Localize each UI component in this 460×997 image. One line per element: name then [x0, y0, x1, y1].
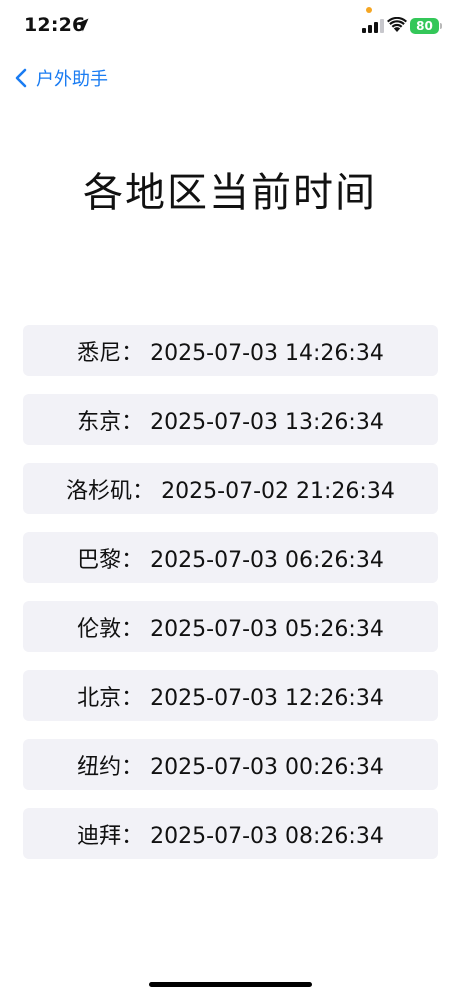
privacy-indicator-dot — [366, 7, 372, 13]
time-row-sydney: 悉尼： 2025-07-03 14:26:34 — [23, 325, 438, 376]
time-row-dubai: 迪拜： 2025-07-03 08:26:34 — [23, 808, 438, 859]
status-bar: 12:26 80 — [0, 0, 460, 56]
battery-cap — [440, 23, 442, 29]
time-row-london: 伦敦： 2025-07-03 05:26:34 — [23, 601, 438, 652]
wifi-icon — [387, 17, 407, 32]
back-button-label: 户外助手 — [36, 69, 108, 90]
location-arrow-icon — [75, 18, 89, 32]
time-row-los-angeles: 洛杉矶： 2025-07-02 21:26:34 — [23, 463, 438, 514]
chevron-left-icon — [15, 68, 27, 88]
time-row-new-york: 纽约： 2025-07-03 00:26:34 — [23, 739, 438, 790]
time-list: 悉尼： 2025-07-03 14:26:34 东京： 2025-07-03 1… — [23, 325, 438, 859]
time-row-paris: 巴黎： 2025-07-03 06:26:34 — [23, 532, 438, 583]
home-indicator[interactable] — [149, 982, 312, 987]
battery-icon: 80 — [410, 18, 439, 34]
back-button[interactable]: 户外助手 — [12, 62, 108, 94]
cellular-signal-icon — [362, 19, 384, 33]
time-row-tokyo: 东京： 2025-07-03 13:26:34 — [23, 394, 438, 445]
page-title: 各地区当前时间 — [83, 170, 377, 216]
time-row-beijing: 北京： 2025-07-03 12:26:34 — [23, 670, 438, 721]
